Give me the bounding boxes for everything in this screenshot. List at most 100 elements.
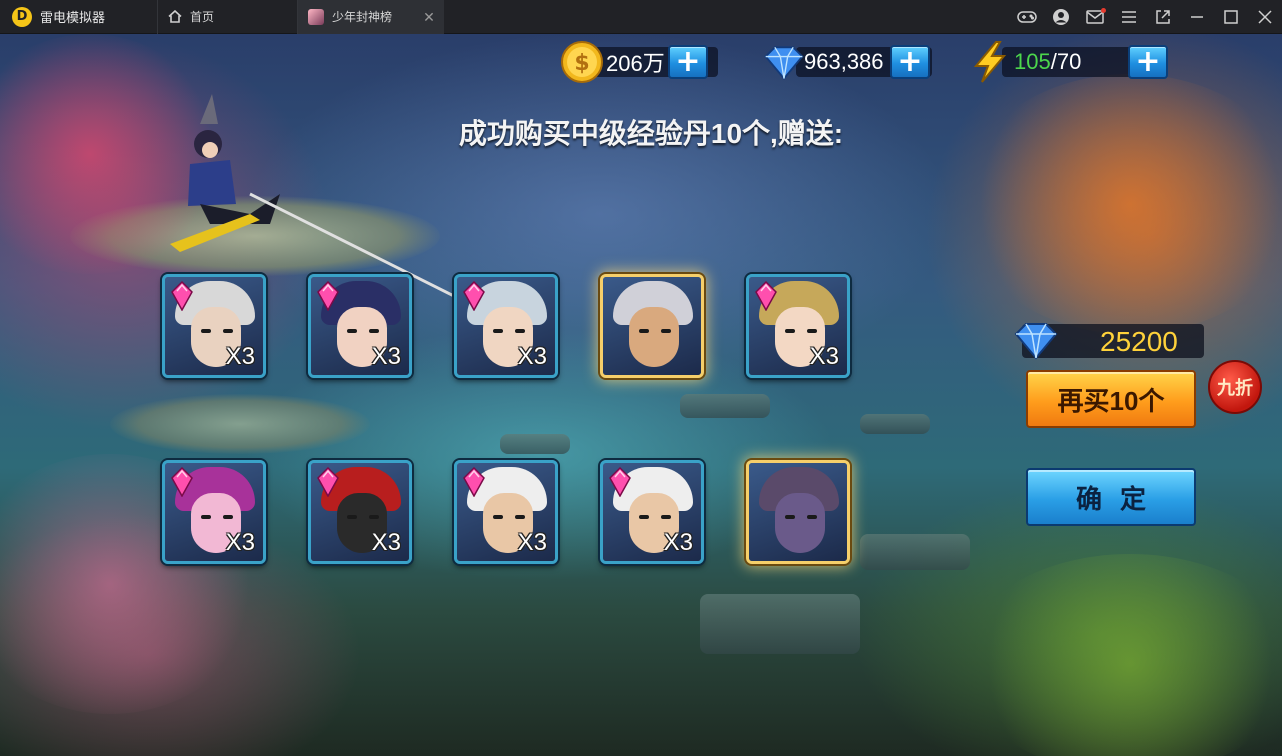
diamond-icon bbox=[1014, 323, 1058, 360]
hero-eye bbox=[785, 515, 795, 519]
soul-gem-icon bbox=[317, 281, 339, 311]
reward-card[interactable]: X3 bbox=[162, 460, 266, 564]
maximize-icon[interactable] bbox=[1214, 0, 1248, 34]
lightning-icon bbox=[968, 40, 1012, 84]
price-value: 25200 bbox=[1100, 326, 1178, 357]
reward-card[interactable]: X3 bbox=[454, 274, 558, 378]
gold-counter: $ 206万 + bbox=[560, 41, 718, 83]
hero-eye bbox=[201, 515, 211, 519]
hero-eye bbox=[493, 515, 503, 519]
hero-eye bbox=[369, 515, 379, 519]
soul-gem-icon bbox=[755, 281, 777, 311]
stamina-current: 105 bbox=[1014, 49, 1051, 74]
soul-gem-icon bbox=[317, 467, 339, 497]
diamond-icon bbox=[762, 40, 806, 84]
hero-eye bbox=[807, 329, 817, 333]
reward-card[interactable] bbox=[600, 274, 704, 378]
reward-quantity: X3 bbox=[517, 343, 547, 370]
reward-card[interactable]: X3 bbox=[162, 274, 266, 378]
reward-quantity: X3 bbox=[225, 343, 255, 370]
emulator-brand[interactable]: D 雷电模拟器 bbox=[0, 0, 158, 34]
stepping-stone bbox=[700, 594, 860, 654]
reward-card[interactable]: X3 bbox=[308, 460, 412, 564]
reward-quantity: X3 bbox=[663, 529, 693, 556]
hero-eye bbox=[515, 329, 525, 333]
hero-face bbox=[775, 493, 825, 553]
buy-again-label: 再买10个 bbox=[1057, 385, 1165, 416]
foliage bbox=[960, 554, 1282, 756]
stepping-stone bbox=[680, 394, 770, 418]
minimize-icon[interactable] bbox=[1180, 0, 1214, 34]
mail-icon[interactable] bbox=[1078, 0, 1112, 34]
confirm-button[interactable]: 确定 bbox=[1026, 468, 1196, 526]
hero-eye bbox=[807, 515, 817, 519]
add-gold-button[interactable]: + bbox=[668, 45, 708, 79]
reward-quantity: X3 bbox=[517, 529, 547, 556]
hero-eye bbox=[223, 515, 233, 519]
hero-eye bbox=[347, 329, 357, 333]
hero-eye bbox=[785, 329, 795, 333]
hero-eye bbox=[515, 515, 525, 519]
discount-badge: 九折 bbox=[1208, 360, 1262, 414]
reward-card[interactable]: X3 bbox=[454, 460, 558, 564]
menu-icon[interactable] bbox=[1112, 0, 1146, 34]
emulator-brand-name: 雷电模拟器 bbox=[40, 10, 106, 25]
hero-eye bbox=[347, 515, 357, 519]
reward-quantity: X3 bbox=[371, 343, 401, 370]
add-stamina-button[interactable]: + bbox=[1128, 45, 1168, 79]
reward-quantity: X3 bbox=[809, 343, 839, 370]
soul-gem-icon bbox=[609, 467, 631, 497]
reward-card[interactable]: X3 bbox=[746, 274, 850, 378]
add-diamond-button[interactable]: + bbox=[890, 45, 930, 79]
stamina-max: /70 bbox=[1050, 49, 1082, 74]
stepping-stone bbox=[500, 434, 570, 454]
stepping-stone bbox=[860, 534, 970, 570]
tab-home[interactable]: 首页 bbox=[158, 0, 298, 34]
soul-gem-icon bbox=[463, 281, 485, 311]
tab-close-icon[interactable]: ✕ bbox=[422, 10, 436, 24]
discount-label: 九折 bbox=[1217, 378, 1253, 398]
svg-text:$: $ bbox=[574, 51, 589, 76]
gamepad-icon[interactable] bbox=[1010, 0, 1044, 34]
reward-card[interactable]: X3 bbox=[308, 274, 412, 378]
stamina-counter: 105/70 + bbox=[968, 41, 1168, 83]
stone-platform-lower bbox=[110, 394, 370, 454]
confirm-label: 确定 bbox=[1075, 483, 1164, 514]
soul-gem-icon bbox=[463, 467, 485, 497]
hero-eye bbox=[661, 515, 671, 519]
stamina-value-box: 105/70 bbox=[1002, 47, 1142, 77]
hero-face bbox=[629, 307, 679, 367]
gold-coin-icon: $ bbox=[560, 40, 604, 84]
hero-eye bbox=[639, 515, 649, 519]
window-controls bbox=[1010, 0, 1282, 34]
diamond-value: 963,386 bbox=[804, 49, 884, 74]
home-icon bbox=[168, 10, 182, 23]
hero-eye bbox=[493, 329, 503, 333]
gold-value: 206万 bbox=[606, 51, 665, 76]
mail-unread-dot bbox=[1101, 8, 1106, 13]
reward-card[interactable] bbox=[746, 460, 850, 564]
popout-icon[interactable] bbox=[1146, 0, 1180, 34]
hero-eye bbox=[369, 329, 379, 333]
emulator-logo-icon: D bbox=[12, 6, 32, 27]
account-icon[interactable] bbox=[1044, 0, 1078, 34]
buy-again-button[interactable]: 再买10个 bbox=[1026, 370, 1196, 428]
plus-icon: + bbox=[1135, 44, 1161, 79]
hero-eye bbox=[201, 329, 211, 333]
purchase-result-message: 成功购买中级经验丹10个,赠送: bbox=[0, 112, 1282, 152]
tab-home-label: 首页 bbox=[190, 10, 215, 24]
plus-icon: + bbox=[897, 44, 923, 79]
hero-eye bbox=[661, 329, 671, 333]
hero-eye bbox=[639, 329, 649, 333]
soul-gem-icon bbox=[171, 467, 193, 497]
close-icon[interactable] bbox=[1248, 0, 1282, 34]
reward-card[interactable]: X3 bbox=[600, 460, 704, 564]
soul-gem-icon bbox=[171, 281, 193, 311]
reward-quantity: X3 bbox=[225, 529, 255, 556]
diamond-counter: 963,386 + bbox=[762, 44, 932, 80]
tab-game-label: 少年封神榜 bbox=[332, 10, 393, 24]
tab-game[interactable]: 少年封神榜 ✕ bbox=[298, 0, 444, 34]
hero-eye bbox=[223, 329, 233, 333]
reward-quantity: X3 bbox=[371, 529, 401, 556]
purchase-result-text: 成功购买中级经验丹10个,赠送: bbox=[458, 118, 844, 149]
